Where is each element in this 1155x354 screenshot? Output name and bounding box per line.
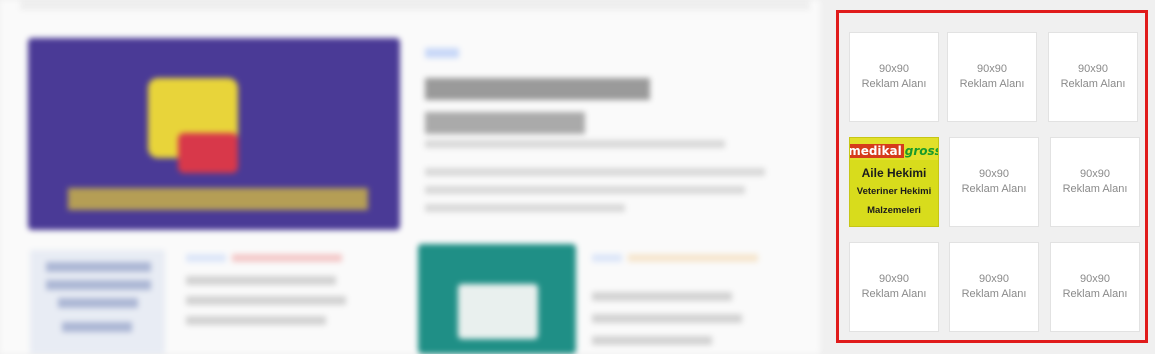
article-card-thumbnail[interactable] <box>418 244 576 354</box>
article-card-title-line[interactable] <box>186 276 336 285</box>
ad-size-label: 90x90 <box>1080 273 1110 285</box>
ad-placeholder[interactable]: 90x90 Reklam Alanı <box>1050 242 1140 332</box>
featured-article-title-line[interactable] <box>425 112 585 134</box>
ad-size-label: 90x90 <box>1078 63 1108 75</box>
ad-size-label: 90x90 <box>979 168 1009 180</box>
brand-logo-part-medikal: medikal <box>850 144 904 158</box>
ad-placeholder[interactable]: 90x90 Reklam Alanı <box>949 242 1039 332</box>
featured-image-logo-accent <box>178 133 238 173</box>
featured-article-title-line[interactable] <box>425 78 650 100</box>
thumbnail-text-line <box>46 280 151 290</box>
article-card-thumbnail[interactable] <box>30 250 165 354</box>
brand-logo-part-gross: gross <box>904 144 939 158</box>
article-card-category[interactable] <box>592 254 622 262</box>
ad-space-label: Reklam Alanı <box>861 288 927 300</box>
blurred-news-content <box>0 0 820 354</box>
article-card-tag <box>628 254 758 262</box>
ad-sidebar-highlight: 90x90 Reklam Alanı 90x90 Reklam Alanı 90… <box>836 10 1148 343</box>
medikalgross-ad-banner[interactable]: medikal gross Aile Hekimi Veteriner Hekim… <box>849 137 939 227</box>
thumbnail-text-line <box>62 322 132 332</box>
featured-article-excerpt-line <box>425 204 625 212</box>
featured-article-image[interactable] <box>28 38 400 230</box>
ad-placeholder[interactable]: 90x90 Reklam Alanı <box>849 32 939 122</box>
ad-size-label: 90x90 <box>979 273 1009 285</box>
article-card-title-line[interactable] <box>592 292 732 301</box>
ad-space-label: Reklam Alanı <box>1062 288 1128 300</box>
featured-article-excerpt-line <box>425 168 765 176</box>
ad-space-label: Reklam Alanı <box>861 78 927 90</box>
blurred-top-strip <box>20 0 810 10</box>
ad-size-label: 90x90 <box>879 273 909 285</box>
featured-article-excerpt-line <box>425 186 745 194</box>
featured-article-category[interactable] <box>425 48 459 58</box>
ad-placeholder[interactable]: 90x90 Reklam Alanı <box>1048 32 1138 122</box>
ad-banner-subline: Malzemeleri <box>867 205 921 216</box>
ad-placeholder[interactable]: 90x90 Reklam Alanı <box>849 242 939 332</box>
article-card-title-line[interactable] <box>592 314 742 323</box>
ad-placeholder[interactable]: 90x90 Reklam Alanı <box>949 137 1039 227</box>
medikalgross-logo: medikal gross <box>850 138 938 160</box>
thumbnail-inner-graphic <box>458 284 538 339</box>
thumbnail-text-line <box>46 262 151 272</box>
ad-placeholder[interactable]: 90x90 Reklam Alanı <box>947 32 1037 122</box>
ad-size-label: 90x90 <box>977 63 1007 75</box>
article-card-title-line[interactable] <box>186 296 346 305</box>
ad-size-label: 90x90 <box>1080 168 1110 180</box>
ad-space-label: Reklam Alanı <box>959 78 1025 90</box>
ad-placeholder[interactable]: 90x90 Reklam Alanı <box>1050 137 1140 227</box>
article-card-title-line[interactable] <box>592 336 712 345</box>
article-card-tag <box>232 254 342 262</box>
ad-size-label: 90x90 <box>879 63 909 75</box>
ad-space-label: Reklam Alanı <box>961 183 1027 195</box>
ad-space-label: Reklam Alanı <box>1062 183 1128 195</box>
ad-banner-headline: Aile Hekimi <box>861 166 927 180</box>
ad-space-label: Reklam Alanı <box>1060 78 1126 90</box>
thumbnail-text-line <box>58 298 138 308</box>
featured-image-caption <box>68 188 368 210</box>
article-card-title-line[interactable] <box>186 316 326 325</box>
featured-article-excerpt-line <box>425 140 725 148</box>
ad-grid: 90x90 Reklam Alanı 90x90 Reklam Alanı 90… <box>849 32 1141 332</box>
article-card-category[interactable] <box>186 254 226 262</box>
ad-banner-subline: Veteriner Hekimi <box>856 186 932 197</box>
ad-space-label: Reklam Alanı <box>961 288 1027 300</box>
